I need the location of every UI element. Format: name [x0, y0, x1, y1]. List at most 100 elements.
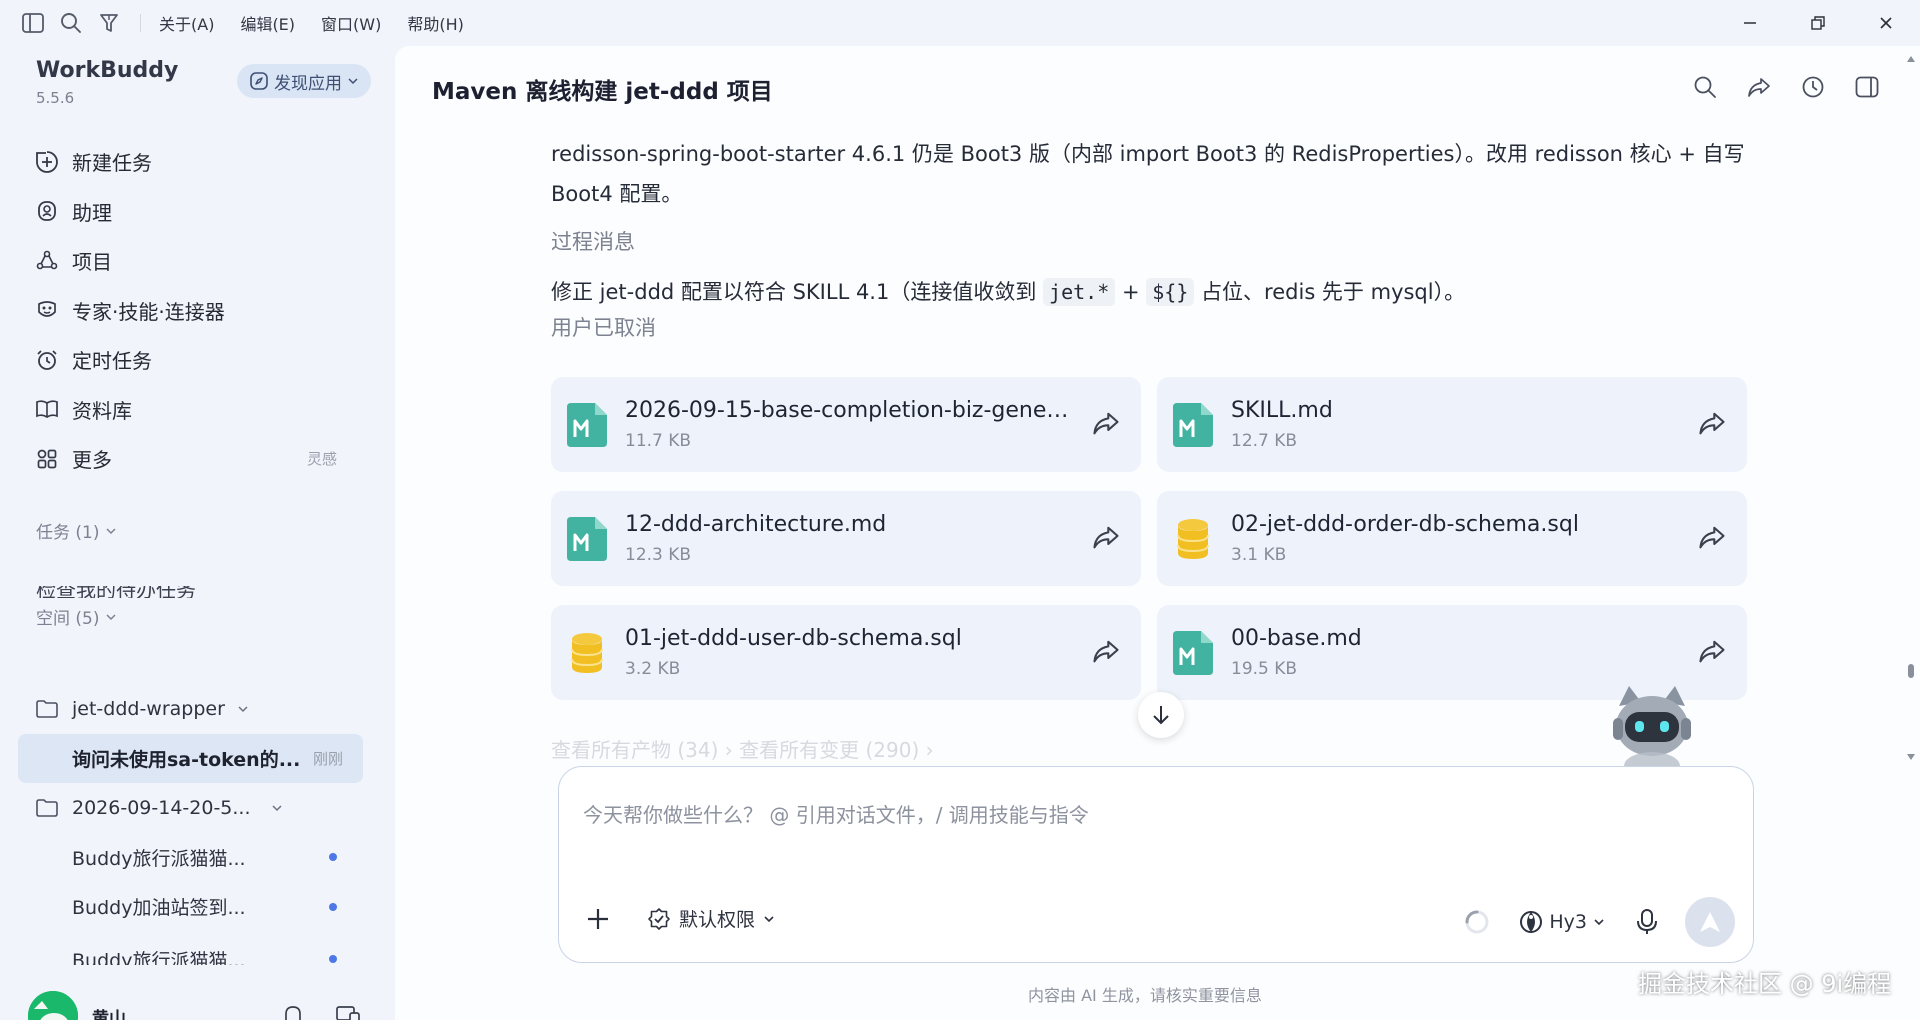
- task-item-label: 检查我的待办任务: [36, 586, 196, 598]
- file-meta: 01-jet-ddd-user-db-schema.sql 3.2 KB: [625, 626, 962, 679]
- sidebar-toggle-icon[interactable]: [18, 8, 48, 38]
- menu-window[interactable]: 窗口(W): [321, 11, 381, 35]
- share-icon[interactable]: [1697, 636, 1727, 666]
- permission-selector[interactable]: 默认权限: [647, 905, 775, 932]
- file-card[interactable]: SKILL.md 12.7 KB: [1157, 377, 1747, 472]
- file-size: 11.7 KB: [625, 431, 692, 451]
- watermark: 掘金技术社区 @ 9i编程: [1638, 970, 1892, 998]
- file-name: 2026-09-15-base-completion-biz-generati.…: [625, 398, 1075, 423]
- main-panel: Maven 离线构建 jet-ddd 项目 redisson-spring-bo…: [395, 46, 1920, 1020]
- message-content: redisson-spring-boot-starter 4.6.1 仍是 Bo…: [551, 134, 1751, 342]
- folder-icon: [36, 798, 60, 818]
- file-meta: 2026-09-15-base-completion-biz-generati.…: [625, 398, 1075, 451]
- permission-label: 默认权限: [679, 909, 756, 931]
- share-icon[interactable]: [1697, 522, 1727, 552]
- panel-toggle-icon[interactable]: [1852, 72, 1882, 102]
- scroll-to-bottom-button[interactable]: [1138, 692, 1184, 738]
- space-task-item-clipped[interactable]: Buddy旅行派猫猫...: [18, 943, 363, 965]
- sidebar-item-library[interactable]: 资料库: [22, 385, 367, 435]
- file-card[interactable]: 02-jet-ddd-order-db-schema.sql 3.1 KB: [1157, 491, 1747, 586]
- sidebar-item-project[interactable]: 项目: [22, 236, 367, 286]
- filter-icon[interactable]: [94, 8, 124, 38]
- file-name: 02-jet-ddd-order-db-schema.sql: [1231, 512, 1579, 537]
- file-meta: 00-base.md 19.5 KB: [1231, 626, 1362, 679]
- scroll-thumb[interactable]: [1908, 664, 1914, 678]
- file-size: 3.2 KB: [625, 659, 681, 679]
- share-icon[interactable]: [1091, 408, 1121, 438]
- model-selector[interactable]: Hy3: [1519, 910, 1605, 934]
- space-task-time: 刚刚: [312, 749, 343, 768]
- user-name[interactable]: 黄山: [92, 1004, 126, 1020]
- plus-icon[interactable]: [583, 904, 613, 934]
- file-card[interactable]: 2026-09-15-base-completion-biz-generati.…: [551, 377, 1141, 472]
- menu-edit[interactable]: 编辑(E): [240, 11, 295, 35]
- sidebar-item-label: 专家·技能·连接器: [72, 299, 225, 324]
- file-name: SKILL.md: [1231, 398, 1333, 423]
- menu-help[interactable]: 帮助(H): [407, 11, 464, 35]
- model-logo-icon: [1520, 911, 1543, 933]
- minimize-icon[interactable]: [1716, 0, 1784, 46]
- message-composer: 今天帮你做些什么？ @ 引用对话文件，/ 调用技能与指令 默认权限 Hy3: [558, 766, 1754, 963]
- share-icon[interactable]: [1744, 72, 1774, 102]
- app-name: WorkBuddy: [36, 58, 179, 83]
- scroll-down-arrow-icon[interactable]: [1907, 754, 1915, 760]
- close-icon[interactable]: [1852, 0, 1920, 46]
- database-file-icon: [571, 632, 603, 673]
- devices-icon[interactable]: [336, 1004, 360, 1020]
- unread-dot: [329, 902, 337, 911]
- bell-icon[interactable]: [282, 1004, 304, 1020]
- expert-icon: [34, 297, 60, 323]
- sidebar-nav: 新建任务 助理 项目 专家·技能·连接器 定时任务 资料库 更多 灵感: [22, 137, 367, 484]
- sidebar-item-experts[interactable]: 专家·技能·连接器: [22, 286, 367, 336]
- share-icon[interactable]: [1697, 408, 1727, 438]
- space-folder[interactable]: jet-ddd-wrapper: [18, 684, 363, 734]
- brand: WorkBuddy 5.5.6: [36, 58, 178, 107]
- scroll-up-arrow-icon[interactable]: [1907, 56, 1915, 62]
- history-icon[interactable]: [1798, 72, 1828, 102]
- para-text: 占位、redis 先于 mysql）。: [1201, 280, 1466, 304]
- page-title: Maven 离线构建 jet-ddd 项目: [432, 79, 773, 105]
- space-task-item[interactable]: Buddy旅行派猫猫...: [18, 833, 363, 883]
- sidebar-item-assistant[interactable]: 助理: [22, 187, 367, 237]
- process-label[interactable]: 过程消息: [551, 226, 1751, 256]
- inspiration-tag[interactable]: 灵感: [307, 448, 337, 469]
- share-icon[interactable]: [1091, 522, 1121, 552]
- chevron-down-icon: [271, 802, 283, 814]
- share-icon[interactable]: [1091, 636, 1121, 666]
- space-task-item[interactable]: Buddy加油站签到...: [18, 882, 363, 932]
- scrollbar[interactable]: [1902, 46, 1920, 1020]
- file-card[interactable]: 01-jet-ddd-user-db-schema.sql 3.2 KB: [551, 605, 1141, 700]
- file-meta: SKILL.md 12.7 KB: [1231, 398, 1333, 451]
- avatar[interactable]: [28, 991, 78, 1020]
- microphone-icon[interactable]: [1635, 908, 1659, 936]
- message-paragraph: redisson-spring-boot-starter 4.6.1 仍是 Bo…: [551, 142, 1745, 206]
- file-card[interactable]: 12-ddd-architecture.md 12.3 KB: [551, 491, 1141, 586]
- space-folder[interactable]: 2026-09-14-20-5...: [18, 783, 363, 833]
- space-folder-label: 2026-09-14-20-5...: [72, 796, 251, 819]
- search-icon[interactable]: [56, 8, 86, 38]
- spaces-section-header[interactable]: 空间 (5): [36, 604, 117, 629]
- sidebar-item-more[interactable]: 更多 灵感: [22, 434, 367, 484]
- composer-input[interactable]: 今天帮你做些什么？ @ 引用对话文件，/ 调用技能与指令: [583, 799, 1089, 828]
- sidebar-item-new-task[interactable]: 新建任务: [22, 137, 367, 187]
- space-task-label: Buddy旅行派猫猫...: [72, 847, 246, 870]
- tasks-section-header[interactable]: 任务 (1): [36, 518, 117, 543]
- sidebar-item-label: 更多: [72, 448, 112, 473]
- compass-icon: [250, 72, 268, 90]
- send-button[interactable]: [1685, 897, 1735, 947]
- restore-icon[interactable]: [1784, 0, 1852, 46]
- discover-apps-button[interactable]: 发现应用: [237, 64, 371, 98]
- menu-about[interactable]: 关于(A): [159, 11, 214, 35]
- file-size: 3.1 KB: [1231, 545, 1287, 565]
- view-all-links[interactable]: 查看所有产物 (34) › 查看所有变更 (290) ›: [551, 734, 934, 763]
- robot-mascot-icon[interactable]: [1605, 680, 1699, 780]
- chevron-down-icon: [106, 527, 117, 534]
- space-task-item-active[interactable]: 询问未使用sa-token的... 刚刚: [18, 733, 363, 783]
- folder-icon: [36, 699, 60, 719]
- plus-circle-icon: [34, 149, 60, 175]
- search-icon[interactable]: [1690, 72, 1720, 102]
- sidebar-item-scheduled[interactable]: 定时任务: [22, 335, 367, 385]
- file-size: 12.3 KB: [625, 545, 692, 565]
- task-item-clipped[interactable]: 检查我的待办任务: [36, 586, 356, 598]
- arrow-down-icon: [1153, 706, 1169, 725]
